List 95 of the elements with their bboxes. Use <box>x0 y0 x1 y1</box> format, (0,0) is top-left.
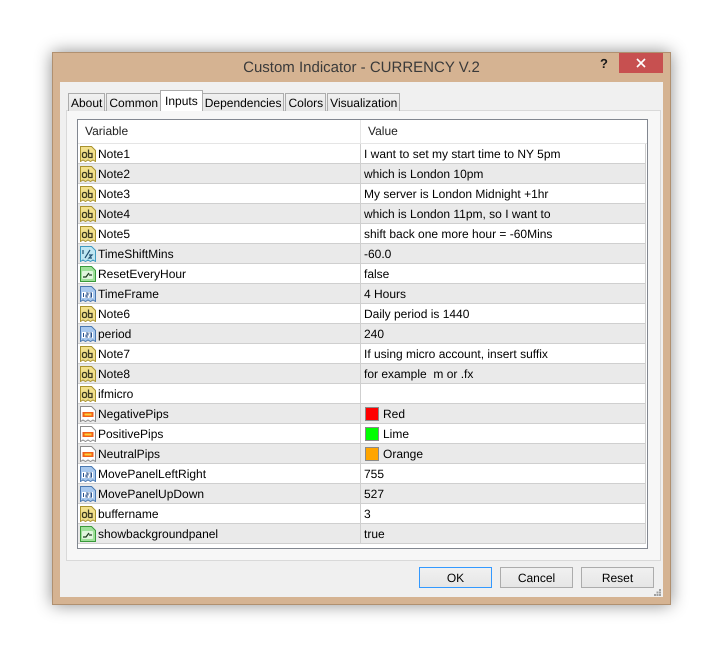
value-text: Orange <box>383 446 424 462</box>
variable-name: Note1 <box>98 146 130 162</box>
table-row[interactable]: Note5 shift back one more hour = -60Mins <box>78 224 646 244</box>
variable-name: PositivePips <box>98 426 164 442</box>
text-tag-icon <box>80 366 96 382</box>
table-row[interactable]: period 240 <box>78 324 646 344</box>
value-text: 755 <box>364 466 384 482</box>
variable-name: TimeShiftMins <box>98 246 174 262</box>
table-row[interactable]: showbackgroundpanel true <box>78 524 646 544</box>
variable-name: MovePanelUpDown <box>98 486 204 502</box>
value-text: Daily period is 1440 <box>364 306 470 322</box>
window-title: Custom Indicator - CURRENCY V.2 <box>243 58 480 77</box>
value-text: -60.0 <box>364 246 392 262</box>
table-row[interactable]: Note2 which is London 10pm <box>78 164 646 184</box>
tab[interactable]: Visualization <box>327 93 400 111</box>
color-bar-icon <box>80 446 96 462</box>
text-tag-icon <box>80 186 96 202</box>
variable-name: ifmicro <box>98 386 134 402</box>
dialog-button[interactable]: Cancel <box>500 567 573 588</box>
variable-name: Note4 <box>98 206 130 222</box>
value-text: Red <box>383 406 406 422</box>
table-row[interactable]: Note8 for example m or .fx <box>78 364 646 384</box>
value-text: If using micro account, insert suffix <box>364 346 548 362</box>
variable-name: ResetEveryHour <box>98 266 186 282</box>
tab[interactable]: Dependencies <box>202 93 284 111</box>
variable-name: Note2 <box>98 166 130 182</box>
table-row[interactable]: NegativePips Red <box>78 404 646 424</box>
value-text: which is London 10pm <box>364 166 484 182</box>
value-text: false <box>364 266 390 282</box>
variable-name: Note8 <box>98 366 130 382</box>
text-tag-icon <box>80 206 96 222</box>
text-tag-icon <box>80 306 96 322</box>
value-text: 4 Hours <box>364 286 406 302</box>
fraction-tag-icon <box>80 246 96 262</box>
value-text: My server is London Midnight +1hr <box>364 186 548 202</box>
number-tag-icon <box>80 486 96 502</box>
variable-name: Note5 <box>98 226 130 242</box>
tab[interactable]: Colors <box>285 93 326 111</box>
table-row[interactable]: TimeFrame 4 Hours <box>78 284 646 304</box>
variable-name: Note6 <box>98 306 130 322</box>
table-row[interactable]: Note6 Daily period is 1440 <box>78 304 646 324</box>
tab[interactable]: About <box>68 93 106 111</box>
variable-name: TimeFrame <box>98 286 159 302</box>
text-tag-icon <box>80 386 96 402</box>
color-bar-icon <box>80 406 96 422</box>
variable-name: buffername <box>98 506 158 522</box>
table-row[interactable]: ResetEveryHour false <box>78 264 646 284</box>
value-text: 240 <box>364 326 384 342</box>
table-row[interactable]: PositivePips Lime <box>78 424 646 444</box>
value-text: which is London 11pm, so I want to <box>364 206 551 222</box>
table-row[interactable]: Note7 If using micro account, insert suffix <box>78 344 646 364</box>
variable-name: Note7 <box>98 346 130 362</box>
number-tag-icon <box>80 326 96 342</box>
close-icon <box>636 58 646 68</box>
variable-name: period <box>98 326 132 342</box>
number-tag-icon <box>80 466 96 482</box>
tab[interactable]: Common <box>106 93 162 111</box>
value-text: I want to set my start time to NY 5pm <box>364 146 561 162</box>
table-row[interactable]: MovePanelUpDown 527 <box>78 484 646 504</box>
variable-name: Note3 <box>98 186 130 202</box>
variable-name: NegativePips <box>98 406 169 422</box>
table-row[interactable]: Note4 which is London 11pm, so I want to <box>78 204 646 224</box>
color-bar-icon <box>80 426 96 442</box>
text-tag-icon <box>80 506 96 522</box>
toggle-icon <box>80 266 96 282</box>
number-tag-icon <box>80 286 96 302</box>
value-text: 3 <box>364 506 371 522</box>
variable-name: NeutralPips <box>98 446 160 462</box>
text-tag-icon <box>80 166 96 182</box>
value-text: for example m or .fx <box>364 366 474 382</box>
table-row[interactable]: ifmicro <box>78 384 646 404</box>
variable-name: MovePanelLeftRight <box>98 466 206 482</box>
table-row[interactable]: buffername 3 <box>78 504 646 524</box>
help-button[interactable]: ? <box>600 56 608 71</box>
table-row[interactable]: TimeShiftMins -60.0 <box>78 244 646 264</box>
table-row[interactable]: Note1 I want to set my start time to NY 5pm <box>78 144 646 164</box>
resize-grip-icon[interactable] <box>654 589 661 596</box>
text-tag-icon <box>80 226 96 242</box>
dialog-button[interactable]: OK <box>419 567 492 588</box>
tab[interactable]: Inputs <box>160 90 203 111</box>
variable-name: showbackgroundpanel <box>98 526 218 542</box>
value-text: 527 <box>364 486 384 502</box>
value-text: shift back one more hour = -60Mins <box>364 226 552 242</box>
value-text: Lime <box>383 426 410 442</box>
dialog-button[interactable]: Reset <box>581 567 654 588</box>
table-row[interactable]: MovePanelLeftRight 755 <box>78 464 646 484</box>
column-header[interactable]: Variable <box>78 120 361 143</box>
column-header[interactable]: Value <box>361 120 647 143</box>
value-text: true <box>364 526 385 542</box>
text-tag-icon <box>80 346 96 362</box>
toggle-icon <box>80 526 96 542</box>
table-row[interactable]: NeutralPips Orange <box>78 444 646 464</box>
close-button[interactable] <box>619 53 663 73</box>
table-row[interactable]: Note3 My server is London Midnight +1hr <box>78 184 646 204</box>
text-tag-icon <box>80 146 96 162</box>
